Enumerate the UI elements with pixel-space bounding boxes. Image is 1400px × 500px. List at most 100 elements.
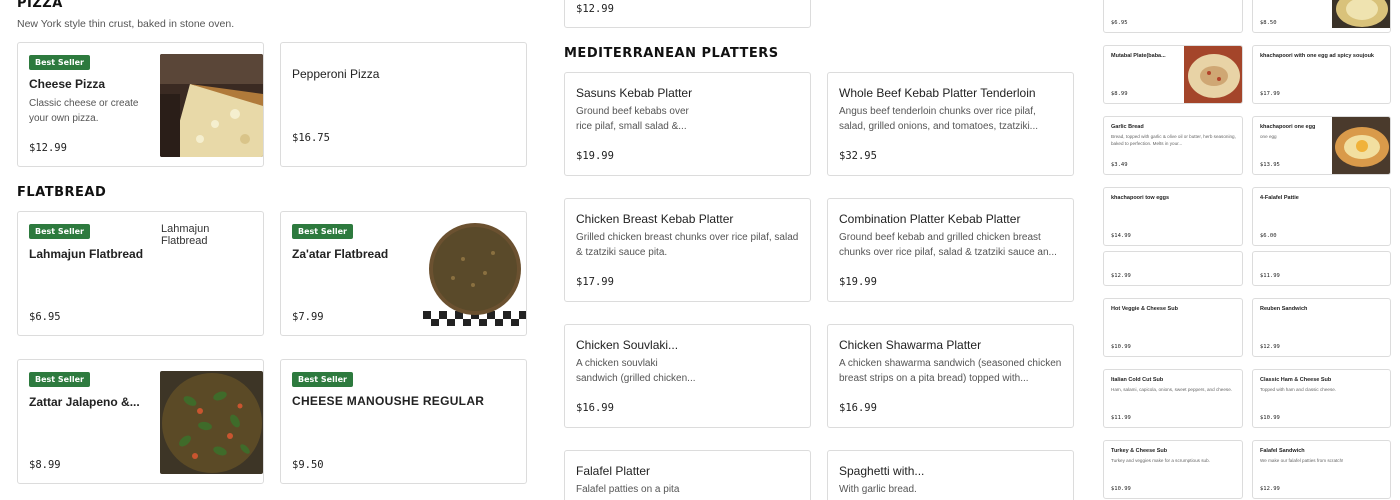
menu-item-card[interactable]: Italian Cold Cut Sub Ham, salami, capico… — [1103, 369, 1243, 428]
item-description: Classic cheese or create your own pizza. — [29, 98, 139, 124]
menu-item-card[interactable]: $6.95 — [1103, 0, 1243, 33]
best-seller-badge: Best Seller — [292, 372, 353, 387]
item-name: Chicken Breast Kebab Platter — [576, 212, 734, 226]
item-price: $6.95 — [1111, 20, 1128, 26]
menu-item-card[interactable]: Reuben Sandwich $12.99 — [1252, 298, 1391, 357]
item-price: $17.99 — [1260, 91, 1280, 97]
item-description: With garlic bread. — [839, 484, 917, 495]
pizza-photo — [160, 54, 263, 157]
item-price: $11.99 — [1111, 415, 1131, 421]
item-name: Hot Veggie & Cheese Sub — [1111, 306, 1178, 312]
item-price: $16.75 — [292, 132, 330, 144]
item-price: $7.99 — [292, 311, 324, 323]
item-name: khachapoori with one egg ad spicy soujou… — [1260, 53, 1374, 59]
menu-item-card[interactable]: Chicken Souvlaki... A chicken souvlaki s… — [564, 324, 811, 428]
item-price: $16.99 — [839, 402, 877, 414]
item-price: $9.50 — [292, 459, 324, 471]
item-description: A chicken souvlaki sandwich (grilled chi… — [576, 358, 696, 384]
menu-item-card[interactable]: $8.50 — [1252, 0, 1391, 33]
item-description: Turkey and veggies make for a scrumptiou… — [1111, 458, 1210, 463]
item-name: Italian Cold Cut Sub — [1111, 377, 1164, 383]
menu-item-card[interactable]: Whole Beef Kebab Platter Tenderloin Angu… — [827, 72, 1074, 176]
menu-item-card[interactable]: Combination Platter Kebab Platter Ground… — [827, 198, 1074, 302]
menu-item-card[interactable]: khachapoori tow eggs $14.99 — [1103, 187, 1243, 246]
item-name: Chicken Shawarma Platter — [839, 338, 982, 352]
item-price: $32.95 — [839, 150, 877, 162]
item-name: Spaghetti with... — [839, 464, 925, 478]
menu-item-card[interactable]: Falafel Sandwich We make our falafel pat… — [1252, 440, 1391, 499]
item-name: Classic Ham & Cheese Sub — [1260, 377, 1332, 383]
item-price: $13.95 — [1260, 162, 1280, 168]
item-price: $12.99 — [1260, 344, 1280, 350]
item-name: Garlic Bread — [1111, 124, 1144, 130]
menu-item-card[interactable]: Chicken Breast Kebab Platter Grilled chi… — [564, 198, 811, 302]
flatbread-section-title: FLATBREAD — [17, 185, 107, 200]
item-price: $3.49 — [1111, 162, 1128, 168]
menu-item-card[interactable]: khachapoori with one egg ad spicy soujou… — [1252, 45, 1391, 104]
item-name: Pepperoni Pizza — [292, 67, 380, 81]
menu-item-card[interactable]: Chicken Shawarma Platter A chicken shawa… — [827, 324, 1074, 428]
mediterranean-section-title: MEDITERRANEAN PLATTERS — [564, 46, 779, 61]
item-name: Cheese Pizza — [29, 77, 106, 91]
item-price: $19.99 — [576, 150, 614, 162]
menu-item-card[interactable]: Falafel Platter Falafel patties on a pit… — [564, 450, 811, 500]
item-name: Combination Platter Kebab Platter — [839, 212, 1021, 226]
menu-item-card[interactable]: Garlic Bread Bread, topped with garlic &… — [1103, 116, 1243, 175]
best-seller-badge: Best Seller — [29, 224, 90, 239]
broken-image-alt: Lahmajun Flatbread — [161, 223, 210, 247]
menu-item-card[interactable]: Classic Ham & Cheese Sub Topped with ham… — [1252, 369, 1391, 428]
item-description: Topped with ham and classic cheese. — [1260, 387, 1337, 392]
item-price: $17.99 — [576, 276, 614, 288]
item-price: $10.99 — [1260, 415, 1280, 421]
item-price: $12.99 — [29, 142, 67, 154]
menu-item-card[interactable]: Best Seller Lahmajun Flatbread Lahmajun … — [17, 211, 264, 336]
menu-item-card[interactable]: Mutabal Plate(baba... $8.99 — [1103, 45, 1243, 104]
item-name: Falafel Sandwich — [1260, 448, 1305, 454]
menu-item-card[interactable]: khachapoori one egg one egg $13.95 — [1252, 116, 1391, 175]
menu-item-card[interactable]: $11.99 — [1252, 251, 1391, 286]
best-seller-badge: Best Seller — [29, 372, 90, 387]
item-name: Sasuns Kebab Platter — [576, 86, 693, 100]
menu-item-card[interactable]: $12.99 — [1103, 251, 1243, 286]
menu-item-card[interactable]: Best Seller Zattar Jalapeno &... $8.99 — [17, 359, 264, 484]
item-price: $14.99 — [1111, 233, 1131, 239]
menu-item-card[interactable]: Hot Veggie & Cheese Sub $10.99 — [1103, 298, 1243, 357]
item-price: $16.99 — [576, 402, 614, 414]
item-name: CHEESE MANOUSHE REGULAR — [292, 394, 485, 408]
menu-item-card[interactable]: Sasuns Kebab Platter Ground beef kebabs … — [564, 72, 811, 176]
item-price: $19.99 — [839, 276, 877, 288]
item-price: $12.99 — [1111, 273, 1131, 279]
bowl-photo — [1332, 0, 1390, 28]
item-name: Mutabal Plate(baba... — [1111, 53, 1166, 59]
menu-item-card[interactable]: Best Seller Za'atar Flatbread $7.99 — [280, 211, 527, 336]
item-description: Ground beef kebab and grilled chicken br… — [839, 232, 1057, 258]
item-name: Lahmajun Flatbread — [29, 247, 144, 261]
item-name: Falafel Platter — [576, 464, 651, 478]
item-price: $10.99 — [1111, 486, 1131, 492]
menu-item-card[interactable]: Best Seller CHEESE MANOUSHE REGULAR $9.5… — [280, 359, 527, 484]
menu-item-card[interactable]: $12.99 — [564, 0, 811, 28]
best-seller-badge: Best Seller — [29, 55, 90, 70]
item-name: Reuben Sandwich — [1260, 306, 1308, 312]
khachapoori-photo — [1332, 117, 1390, 174]
item-description: Falafel patties on a pita — [576, 484, 680, 495]
menu-item-card[interactable]: Turkey & Cheese Sub Turkey and veggies m… — [1103, 440, 1243, 499]
item-name: khachapoori one egg — [1260, 124, 1316, 130]
item-price: $8.99 — [1111, 91, 1128, 97]
menu-item-card[interactable]: Spaghetti with... With garlic bread. — [827, 450, 1074, 500]
menu-item-card[interactable]: 4-Falafel Pattie $6.00 — [1252, 187, 1391, 246]
best-seller-badge: Best Seller — [292, 224, 353, 239]
item-price: $6.00 — [1260, 233, 1277, 239]
item-price: $12.99 — [576, 3, 614, 15]
item-name: Whole Beef Kebab Platter Tenderloin — [839, 86, 1036, 100]
item-name: Za'atar Flatbread — [292, 247, 389, 261]
item-description: Angus beef tenderloin chunks over rice p… — [839, 106, 1038, 132]
zaatar-photo — [423, 223, 526, 326]
pizza-section-subtitle: New York style thin crust, baked in ston… — [17, 18, 235, 30]
item-price: $6.95 — [29, 311, 61, 323]
item-price: $10.99 — [1111, 344, 1131, 350]
menu-item-card[interactable]: Pepperoni Pizza $16.75 — [280, 42, 527, 167]
item-price: $12.99 — [1260, 486, 1280, 492]
menu-item-card[interactable]: Best Seller Cheese Pizza Classic cheese … — [17, 42, 264, 167]
zattar-jalapeno-photo — [160, 371, 263, 474]
